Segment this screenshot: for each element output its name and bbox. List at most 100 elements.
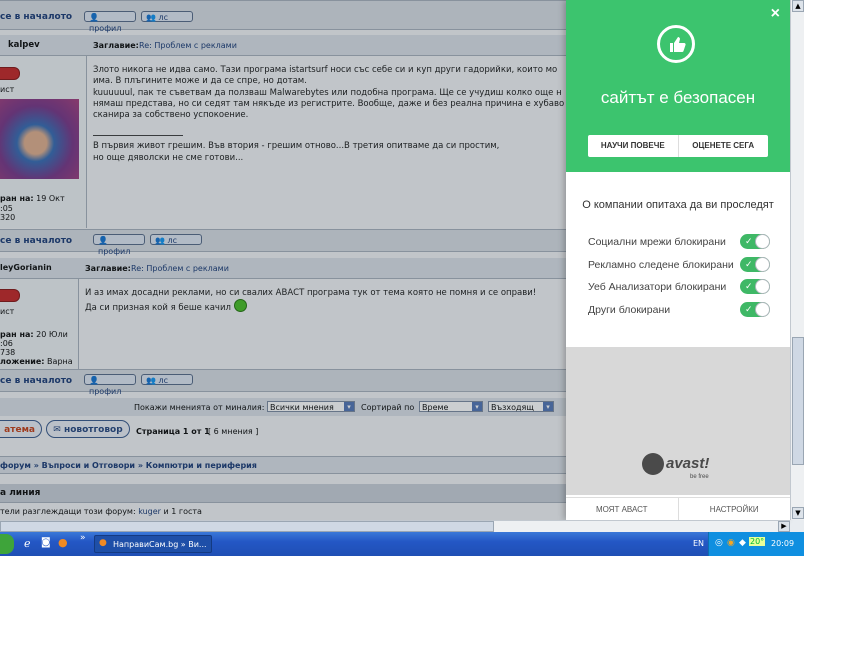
scroll-thumb[interactable]	[0, 521, 494, 532]
my-avast-button[interactable]: МОЯТ АВАСТ	[566, 498, 679, 521]
new-topic-button[interactable]: атема	[0, 420, 42, 438]
weather-indicator[interactable]: 20°	[749, 537, 766, 546]
back-to-top-link[interactable]: се в началото	[0, 12, 72, 22]
online-status-badge	[0, 289, 20, 302]
toggle-knob	[755, 279, 770, 294]
page-info: Страница 1 от 1	[136, 427, 210, 436]
online-status-badge	[0, 67, 20, 80]
avast-brand-name: avast!	[666, 455, 710, 472]
tracking-item-label: Уеб Анализатори блокирани	[588, 281, 727, 293]
social-networks-toggle[interactable]: ✓	[740, 234, 770, 249]
web-analytics-toggle[interactable]: ✓	[740, 279, 770, 294]
user-rank: ист	[0, 307, 15, 316]
safe-site-headline: сайтът е безопасен	[600, 88, 756, 107]
subject-label: Заглавие:	[93, 41, 139, 50]
scroll-down-icon[interactable]: ▼	[792, 507, 804, 519]
post-line: сканира за собствено успокоение.	[93, 110, 249, 121]
back-to-top-link[interactable]: се в началото	[0, 236, 72, 246]
chevron-down-icon: ▾	[543, 402, 553, 411]
post-count-info: [ 6 мнения ]	[208, 427, 259, 436]
scroll-up-icon[interactable]: ▲	[792, 0, 804, 12]
action-buttons: НАУЧИ ПОВЕЧЕ ОЦЕНЕТЕ СЕГА	[588, 135, 768, 157]
location-info: ложение: Варна	[0, 357, 73, 366]
close-icon[interactable]: ×	[771, 5, 780, 23]
scroll-right-icon[interactable]: ▶	[778, 521, 790, 532]
sort-by-label: Сортирай по	[361, 403, 415, 412]
sort-by-select[interactable]: Време ▾	[419, 401, 483, 412]
user-avatar	[0, 99, 79, 179]
ad-tracking-toggle[interactable]: ✓	[740, 257, 770, 272]
breadcrumb[interactable]: форум » Въпроси и Отговори » Компютри и …	[0, 461, 257, 470]
network-icon[interactable]: ◎	[715, 538, 723, 548]
post-line: И аз имах досадни реклами, но си свалих …	[85, 288, 537, 298]
ie-icon[interactable]: ℯ	[24, 537, 31, 550]
post-count: :05	[0, 204, 13, 213]
firefox-icon: ●	[99, 538, 107, 548]
smiley-icon	[233, 299, 247, 313]
language-indicator[interactable]: EN	[693, 539, 704, 548]
tracking-item-label: Рекламно следене блокирани	[588, 259, 734, 271]
reply-icon: ✉	[53, 425, 61, 435]
avast-panel: × сайтът е безопасен НАУЧИ ПОВЕЧЕ ОЦЕНЕТ…	[566, 0, 790, 521]
start-button[interactable]	[0, 534, 14, 554]
post-author[interactable]: leyGorianin	[0, 263, 52, 272]
show-posts-label: Покажи мненията от миналия:	[134, 403, 265, 412]
scroll-thumb[interactable]	[792, 337, 804, 465]
sort-order-select[interactable]: Възходящ ▾	[488, 401, 554, 412]
post-body: Злото никога не идва само. Тази програма…	[93, 65, 564, 164]
subject-link[interactable]: Re: Проблем с реклами	[139, 41, 237, 50]
pm-button[interactable]: 👥 лс	[141, 374, 193, 385]
checkmark-icon: ✓	[745, 304, 753, 314]
post-count: :06	[0, 339, 13, 348]
volume-icon[interactable]: ◆	[739, 538, 746, 548]
window-title: НаправиСам.bg » Ви...	[113, 540, 207, 549]
joined-info: ран на: 19 Окт	[0, 194, 65, 203]
rate-now-button[interactable]: ОЦЕНЕТЕ СЕГА	[679, 135, 769, 157]
toggle-knob	[755, 302, 770, 317]
profile-button[interactable]: 👤 профил	[84, 11, 136, 33]
taskbar-window-button[interactable]: ● НаправиСам.bg » Ви...	[94, 535, 212, 553]
learn-more-button[interactable]: НАУЧИ ПОВЕЧЕ	[588, 135, 679, 157]
post-author-column: ист ран на: 19 Окт :05 320	[0, 56, 87, 228]
taskbar: ℯ ◙ ● » ● НаправиСам.bg » Ви... EN ◎ ◉ ◆…	[0, 532, 804, 556]
joined-info: ран на: 20 Юли	[0, 330, 68, 339]
settings-button[interactable]: НАСТРОЙКИ	[679, 498, 791, 521]
thumbs-up-icon	[657, 25, 695, 63]
avast-footer: МОЯТ АВАСТ НАСТРОЙКИ	[566, 497, 790, 521]
user-meta: 320	[0, 213, 16, 222]
vertical-scrollbar[interactable]: ▲ ▼	[790, 0, 804, 520]
online-user-link[interactable]: kuger	[138, 507, 161, 516]
avast-header: × сайтът е безопасен НАУЧИ ПОВЕЧЕ ОЦЕНЕТ…	[566, 0, 790, 172]
signature-line: В първия живот грешим. Във втория - греш…	[93, 141, 500, 152]
online-users-text: тели разглеждащи този форум: kuger и 1 г…	[0, 507, 202, 516]
post-line: Злото никога не идва само. Тази програма…	[93, 65, 558, 75]
profile-button[interactable]: 👤 профил	[93, 234, 145, 256]
pm-button[interactable]: 👥 лс	[141, 11, 193, 22]
checkmark-icon: ✓	[745, 236, 753, 246]
other-trackers-toggle[interactable]: ✓	[740, 302, 770, 317]
clock[interactable]: 20:09	[771, 539, 794, 548]
show-posts-select[interactable]: Всички мнения ▾	[267, 401, 355, 412]
avast-brand-area: avast! be free	[566, 347, 790, 495]
firefox-icon[interactable]: ●	[58, 536, 68, 549]
post-line: нямаш представа, но си седят там някъде …	[93, 98, 565, 109]
subject-link[interactable]: Re: Проблем с реклами	[131, 264, 229, 273]
pm-button[interactable]: 👥 лс	[150, 234, 202, 245]
post-line: има. В плъгините може и да се спре, но д…	[93, 76, 307, 87]
avast-logo-icon	[642, 453, 664, 475]
chevron-right-icon[interactable]: »	[80, 533, 86, 543]
signature-divider	[93, 135, 183, 137]
post-line: Да си призная кой я беше качил	[85, 299, 536, 314]
back-to-top-link[interactable]: се в началото	[0, 376, 72, 386]
new-reply-button[interactable]: ✉ новотговор	[46, 420, 130, 438]
desktop-icon[interactable]: ◙	[41, 537, 51, 548]
avast-tray-icon[interactable]: ◉	[727, 538, 735, 548]
checkmark-icon: ✓	[745, 259, 753, 269]
desktop-screen: се в началото 👤 профил 👥 лс kalpev Загла…	[0, 0, 804, 556]
profile-button[interactable]: 👤 профил	[84, 374, 136, 396]
post-author[interactable]: kalpev	[8, 40, 40, 50]
user-meta: 738	[0, 348, 16, 357]
tracking-title: О компании опитаха да ви проследят	[582, 199, 774, 211]
system-tray: EN ◎ ◉ ◆ 20° 20:09	[693, 532, 804, 556]
post-author-column: ист ран на: 20 Юли :06 738 ложение: Варн…	[0, 279, 79, 369]
